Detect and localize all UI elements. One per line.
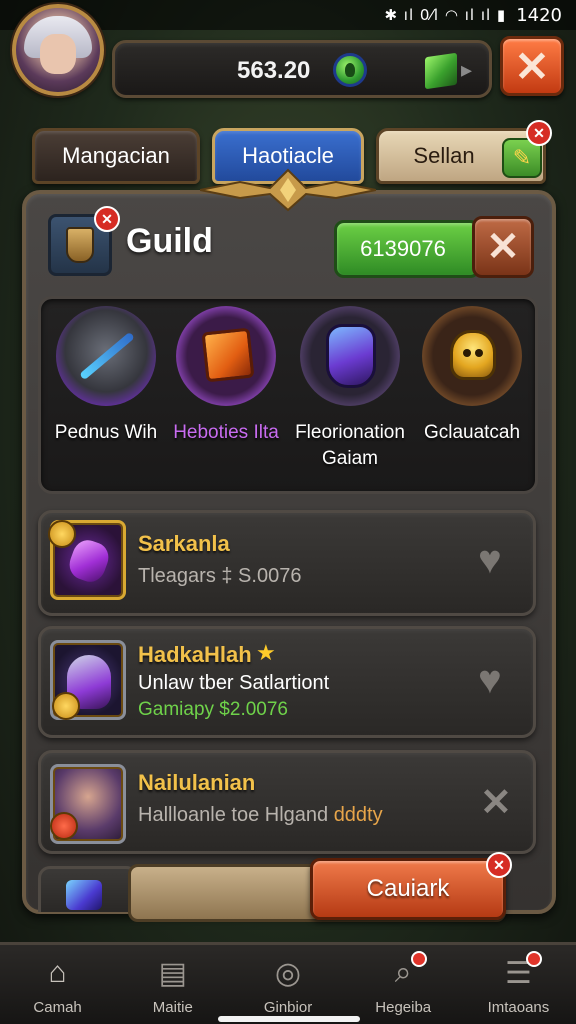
nav-label: Maitie bbox=[152, 999, 193, 1016]
player-avatar[interactable] bbox=[12, 4, 104, 96]
item-label: Pednus Wih bbox=[54, 422, 158, 443]
card-subtitle-highlight: dddty bbox=[333, 804, 383, 826]
nav-label: Imtaoans bbox=[487, 999, 550, 1016]
card-description: Unlaw tber Satlartiont bbox=[138, 672, 330, 694]
crest-ornament-icon bbox=[200, 168, 376, 212]
guild-title: Guild bbox=[126, 222, 213, 260]
alert-badge bbox=[410, 951, 427, 967]
compass-icon: ◎ bbox=[274, 956, 302, 990]
nav-item-maitie[interactable]: ▤ Maitie bbox=[115, 945, 230, 1024]
action-button[interactable]: Cauiark bbox=[310, 858, 506, 920]
signal-icons: ✱ ıl 0⁄l ◠ ıl ıl ▮ bbox=[384, 6, 507, 24]
golden-golem-icon bbox=[422, 306, 522, 406]
tab-mangacian[interactable]: Mangacian bbox=[32, 128, 200, 184]
tab-label: Sellan bbox=[413, 143, 475, 168]
gold-coin-icon bbox=[52, 692, 80, 720]
gold-coin-icon bbox=[48, 520, 76, 548]
close-icon[interactable]: ✕ bbox=[480, 780, 512, 825]
heart-icon[interactable]: ♥ bbox=[478, 658, 502, 703]
shield-icon bbox=[66, 227, 94, 263]
home-icon: ⌂ bbox=[48, 956, 67, 989]
card-title: Sarkanla bbox=[138, 531, 230, 556]
avatar-face bbox=[40, 34, 76, 74]
nav-label: Ginbior bbox=[263, 999, 313, 1016]
item-slot[interactable]: Heboties Ilta bbox=[164, 306, 288, 446]
notification-x-badge: ✕ bbox=[486, 852, 512, 878]
guild-close-button[interactable]: ✕ bbox=[472, 216, 534, 278]
currency-value: 563.20 bbox=[237, 57, 311, 84]
guild-currency-button[interactable]: 6139076 bbox=[334, 220, 480, 278]
card-title: Nailulanian bbox=[138, 770, 256, 795]
item-slot[interactable]: Pednus Wih bbox=[44, 306, 168, 446]
tab-label: Haotiacle bbox=[242, 143, 334, 168]
blue-gem-icon bbox=[66, 880, 102, 910]
plus-badge-icon bbox=[50, 812, 78, 840]
currency-panel: 563.20 ▸ bbox=[112, 40, 492, 98]
item-slot[interactable]: Fleorionation Gaiam bbox=[288, 306, 412, 472]
item-label: Gclauatcah bbox=[423, 422, 521, 443]
nav-item-hegeiba[interactable]: ⌕ Hegeiba bbox=[346, 945, 461, 1024]
green-gem-icon[interactable] bbox=[425, 52, 457, 90]
nav-label: Hegeiba bbox=[375, 999, 432, 1016]
notification-x-badge: ✕ bbox=[526, 120, 552, 146]
nav-item-ginbior[interactable]: ◎ Ginbior bbox=[230, 945, 345, 1024]
alert-badge bbox=[526, 951, 543, 967]
close-button[interactable]: ✕ bbox=[500, 36, 564, 96]
card-title: HadkaHlah bbox=[138, 642, 252, 667]
armored-sword-icon bbox=[56, 306, 156, 406]
item-label: Heboties Ilta bbox=[173, 422, 279, 443]
bottom-nav: ⌂ Camah ▤ Maitie ◎ Ginbior ⌕ Hegeiba ☰ I… bbox=[0, 942, 576, 1024]
item-slot[interactable]: Gclauatcah bbox=[410, 306, 534, 446]
star-icon: ★ bbox=[256, 640, 276, 665]
purple-armor-icon bbox=[300, 306, 400, 406]
scroll-icon: ▤ bbox=[158, 956, 187, 990]
nav-item-imtaoans[interactable]: ☰ Imtaoans bbox=[461, 945, 576, 1024]
arrow-icon: ▸ bbox=[461, 57, 473, 82]
heart-icon[interactable]: ♥ bbox=[478, 538, 502, 583]
notification-x-badge: ✕ bbox=[94, 206, 120, 232]
green-coin-icon bbox=[333, 53, 367, 87]
tab-label: Mangacian bbox=[62, 143, 170, 168]
status-time: 1420 bbox=[516, 4, 562, 26]
nav-item-camah[interactable]: ⌂ Camah bbox=[0, 945, 115, 1024]
card-subtitle: Tleagars ‡ S.0076 bbox=[138, 565, 302, 587]
nav-label: Camah bbox=[33, 999, 82, 1016]
card-subtitle-main: Hallloanle toe Hlgand bbox=[138, 804, 334, 826]
home-indicator[interactable] bbox=[218, 1016, 360, 1022]
item-label: Fleorionation Gaiam bbox=[295, 422, 405, 469]
card-subtitle: Hallloanle toe Hlgand dddty bbox=[138, 804, 383, 827]
orange-cube-icon bbox=[176, 306, 276, 406]
card-price: Gamiapy $2.0076 bbox=[138, 699, 288, 720]
